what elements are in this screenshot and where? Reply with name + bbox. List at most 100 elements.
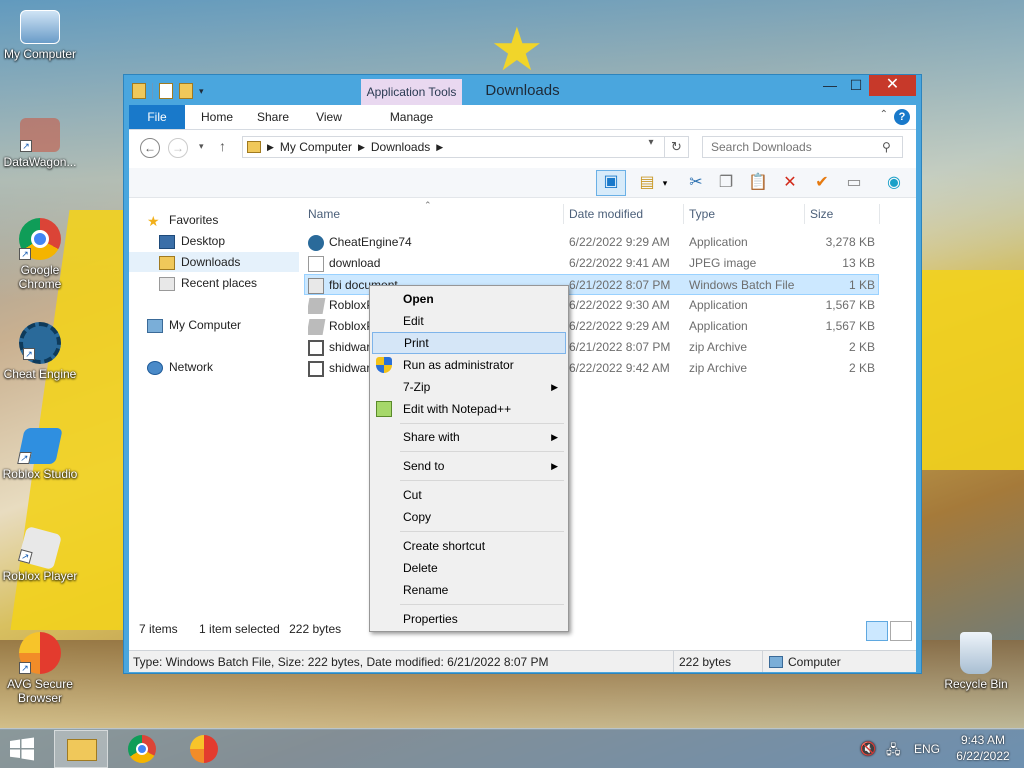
desktop-icon-my-computer[interactable]: My Computer [0, 10, 80, 61]
delete-icon[interactable]: ✕ [779, 172, 801, 194]
file-size: 1 KB [848, 278, 875, 292]
recent-locations-icon[interactable]: ▾ [199, 141, 204, 152]
menu-item-rename[interactable]: Rename [372, 579, 566, 601]
menu-separator [400, 451, 564, 452]
up-button[interactable]: ↑ [219, 138, 226, 154]
menu-item-run-as-administrator[interactable]: Run as administrator [372, 354, 566, 376]
column-header-type[interactable]: Type [685, 204, 805, 224]
tab-share[interactable]: Share [249, 105, 297, 129]
file-name: RobloxP [329, 298, 375, 312]
sidebar-item-recent-places[interactable]: Recent places [159, 273, 324, 293]
file-date: 6/22/2022 9:29 AM [569, 319, 670, 333]
desktop-icon-datawagon[interactable]: ↗ DataWagon... [0, 118, 80, 169]
menu-separator [400, 531, 564, 532]
sidebar-item-downloads[interactable]: Downloads [129, 252, 299, 272]
checkmark-icon[interactable]: ✔ [811, 172, 833, 194]
clock[interactable]: 9:43 AM 6/22/2022 [950, 733, 1016, 768]
table-row[interactable]: download 6/22/2022 9:41 AM JPEG image 13… [304, 253, 879, 274]
sidebar-item-favorites[interactable]: ★ Favorites [147, 210, 312, 230]
menu-item-properties[interactable]: Properties [372, 608, 566, 630]
refresh-button[interactable]: ↻ [665, 136, 689, 158]
start-button[interactable] [8, 737, 40, 761]
breadcrumb-chevron-icon[interactable]: ▶ [352, 142, 371, 153]
menu-item-share-with[interactable]: Share with ▶ [372, 426, 566, 448]
select-all-icon[interactable]: ▤ [636, 172, 658, 194]
menu-item-create-shortcut[interactable]: Create shortcut [372, 535, 566, 557]
file-size: 13 KB [842, 256, 875, 270]
navigation-pane: ★ Favorites Desktop Downloads Recent plac… [129, 200, 299, 620]
selected-count: 1 item selected [199, 622, 280, 636]
column-header-date[interactable]: Date modified [565, 204, 684, 224]
sidebar-item-my-computer[interactable]: My Computer [147, 315, 312, 335]
desktop-icon-roblox-player[interactable]: ↗ Roblox Player [0, 525, 80, 583]
help-button[interactable]: ? [894, 109, 910, 125]
minimize-button[interactable]: — [817, 75, 843, 96]
menu-item-cut[interactable]: Cut [372, 484, 566, 506]
paste-icon[interactable]: 📋 [747, 172, 769, 194]
sidebar-item-desktop[interactable]: Desktop [159, 231, 324, 251]
rename-icon[interactable]: ▭ [843, 172, 865, 194]
column-header-size[interactable]: Size [806, 204, 880, 224]
close-button[interactable]: ✕ [869, 75, 916, 96]
uac-shield-icon [376, 357, 392, 373]
language-indicator[interactable]: ENG [914, 742, 940, 768]
menu-item-print[interactable]: Print [372, 332, 566, 354]
file-date: 6/22/2022 9:30 AM [569, 298, 670, 312]
taskbar-avg-browser[interactable] [178, 730, 232, 768]
roblox-player-icon: ↗ [17, 525, 63, 571]
details-view-icon[interactable] [866, 621, 888, 641]
cheat-engine-icon: ↗ [19, 322, 61, 364]
tab-manage[interactable]: Manage [361, 105, 462, 129]
chevron-up-icon[interactable]: ⌃ [880, 109, 888, 120]
taskbar-file-explorer[interactable] [54, 730, 108, 768]
menu-separator [400, 480, 564, 481]
maximize-button[interactable]: ☐ [843, 75, 869, 96]
tab-home[interactable]: Home [193, 105, 241, 129]
desktop-icon-cheat-engine[interactable]: ↗ Cheat Engine [0, 322, 80, 381]
network-tray-icon[interactable]: 🖧 [886, 741, 901, 768]
cheat-engine-file-icon [308, 234, 324, 251]
preview-pane-icon[interactable]: ▣ [596, 170, 626, 196]
breadcrumb-chevron-icon[interactable]: ▶ [261, 142, 280, 153]
avg-browser-icon: ↗ [19, 632, 61, 674]
sidebar-item-network[interactable]: Network [147, 357, 312, 377]
menu-item-delete[interactable]: Delete [372, 557, 566, 579]
menu-item-copy[interactable]: Copy [372, 506, 566, 528]
copy-icon[interactable]: ❐ [715, 172, 737, 194]
column-header-name[interactable]: Name [304, 204, 564, 224]
chevron-down-icon[interactable]: ▾ [659, 172, 671, 194]
globe-icon[interactable]: ◉ [883, 172, 905, 194]
sidebar-item-label: Favorites [169, 213, 219, 227]
desktop-icon-avg-secure-browser[interactable]: ↗ AVG Secure Browser [0, 632, 80, 705]
menu-item-open[interactable]: Open [372, 288, 566, 310]
file-type: JPEG image [689, 256, 757, 270]
menu-item-label: Send to [403, 459, 445, 473]
large-icons-view-icon[interactable] [890, 621, 912, 641]
volume-muted-icon[interactable]: 🔇 [860, 741, 876, 768]
address-dropdown-icon[interactable]: ▾ [643, 137, 659, 148]
tab-view[interactable]: View [305, 105, 353, 129]
search-input[interactable] [702, 136, 903, 158]
table-row[interactable]: CheatEngine74 6/22/2022 9:29 AM Applicat… [304, 232, 879, 253]
taskbar-chrome[interactable] [116, 730, 170, 768]
breadcrumb-my-computer[interactable]: My Computer [280, 140, 352, 154]
menu-item-edit-with-notepad[interactable]: Edit with Notepad++ [372, 398, 566, 420]
breadcrumb-chevron-icon[interactable]: ▶ [430, 142, 449, 153]
desktop-icon-roblox-studio[interactable]: ↗ Roblox Studio [0, 428, 80, 481]
menu-item-send-to[interactable]: Send to ▶ [372, 455, 566, 477]
breadcrumb-downloads[interactable]: Downloads [371, 140, 430, 154]
address-bar[interactable]: ▶ My Computer ▶ Downloads ▶ [242, 136, 665, 158]
desktop-icon-google-chrome[interactable]: ↗ Google Chrome [0, 218, 80, 291]
title-bar[interactable]: ▾ Application Tools Downloads — ☐ ✕ [124, 75, 921, 105]
selected-size: 222 bytes [289, 622, 342, 636]
menu-item-label: Share with [403, 430, 460, 444]
menu-item-7-zip[interactable]: 7-Zip ▶ [372, 376, 566, 398]
cut-icon[interactable]: ✂ [685, 172, 707, 194]
back-button[interactable]: ← [140, 138, 160, 158]
menu-item-edit[interactable]: Edit [372, 310, 566, 332]
tab-file[interactable]: File [129, 105, 185, 129]
notepad-plus-icon [376, 401, 392, 417]
desktop-icon-label: Roblox Studio [2, 467, 78, 481]
forward-button[interactable]: → [168, 138, 188, 158]
desktop-icon-recycle-bin[interactable]: Recycle Bin [936, 632, 1016, 691]
